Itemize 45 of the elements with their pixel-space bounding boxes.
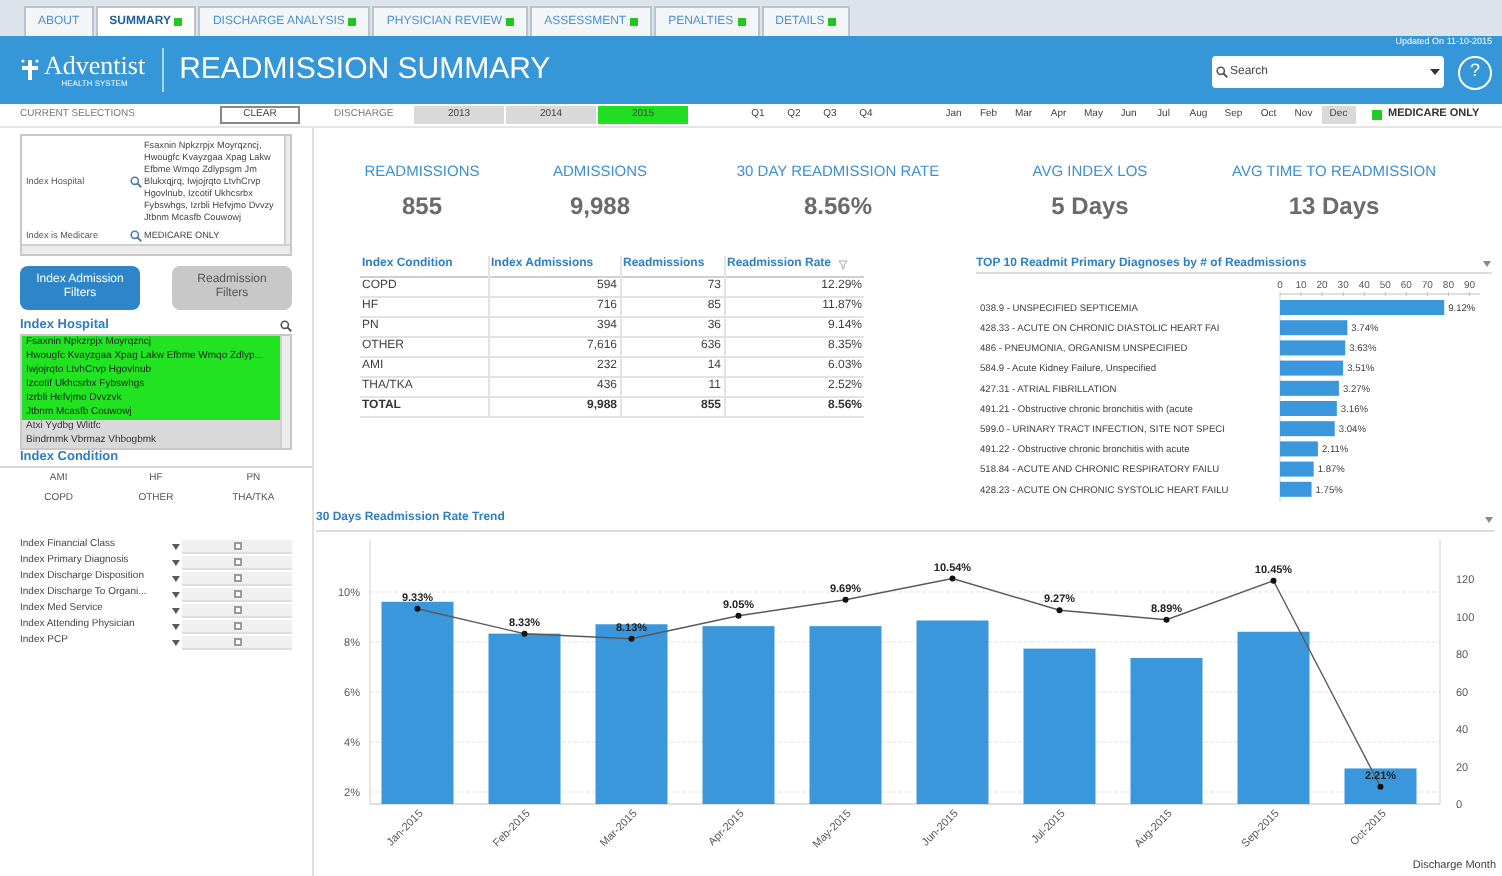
dropdown-caret-icon[interactable] [172,543,181,549]
data-point [414,605,421,612]
data-point [949,575,956,582]
scrollbar[interactable] [280,336,290,448]
dropdown-caret-icon[interactable] [172,607,181,613]
logo-name: Adventist [44,52,146,78]
scrollbar[interactable] [284,136,290,244]
kpi-value: 855 [401,190,443,225]
dropdown-caret-icon[interactable] [172,575,181,581]
search-icon[interactable] [280,319,292,331]
checkbox[interactable] [233,589,242,597]
data-point [842,596,849,603]
data-point [1163,616,1170,623]
caret-icon[interactable] [1482,260,1492,268]
page-title: READMISSION SUMMARY [179,49,551,90]
filter-icon[interactable] [837,260,848,271]
magnifier-icon[interactable] [130,230,142,242]
caret-icon [1430,68,1440,76]
dropdown-caret-icon[interactable] [172,639,181,645]
data-point [1377,783,1384,790]
checkbox[interactable] [233,541,242,549]
checkbox[interactable] [233,621,242,629]
data-point [735,612,742,619]
checkbox[interactable] [233,605,242,613]
dropdown-caret-icon[interactable] [172,591,181,597]
scrollbar[interactable] [22,244,290,254]
kpi-value: 9,988 [569,190,631,225]
checkbox[interactable] [233,557,242,565]
data-point [1056,607,1063,614]
data-point [1270,577,1277,584]
bar[interactable] [1344,768,1417,804]
caret-icon[interactable] [1484,515,1494,523]
checkbox[interactable] [233,637,242,645]
checkbox[interactable] [1372,110,1382,120]
kpi-value: 13 Days [1288,190,1380,225]
data-point [521,630,528,637]
cross-icon [20,58,40,82]
search-icon [1216,66,1228,78]
data-point [628,635,635,642]
magnifier-icon[interactable] [130,176,142,188]
dropdown-caret-icon[interactable] [172,559,181,565]
kpi-value: 8.56% [803,190,873,225]
kpi-value: 5 Days [1051,190,1129,225]
dropdown-caret-icon[interactable] [172,623,181,629]
checkbox[interactable] [233,573,242,581]
